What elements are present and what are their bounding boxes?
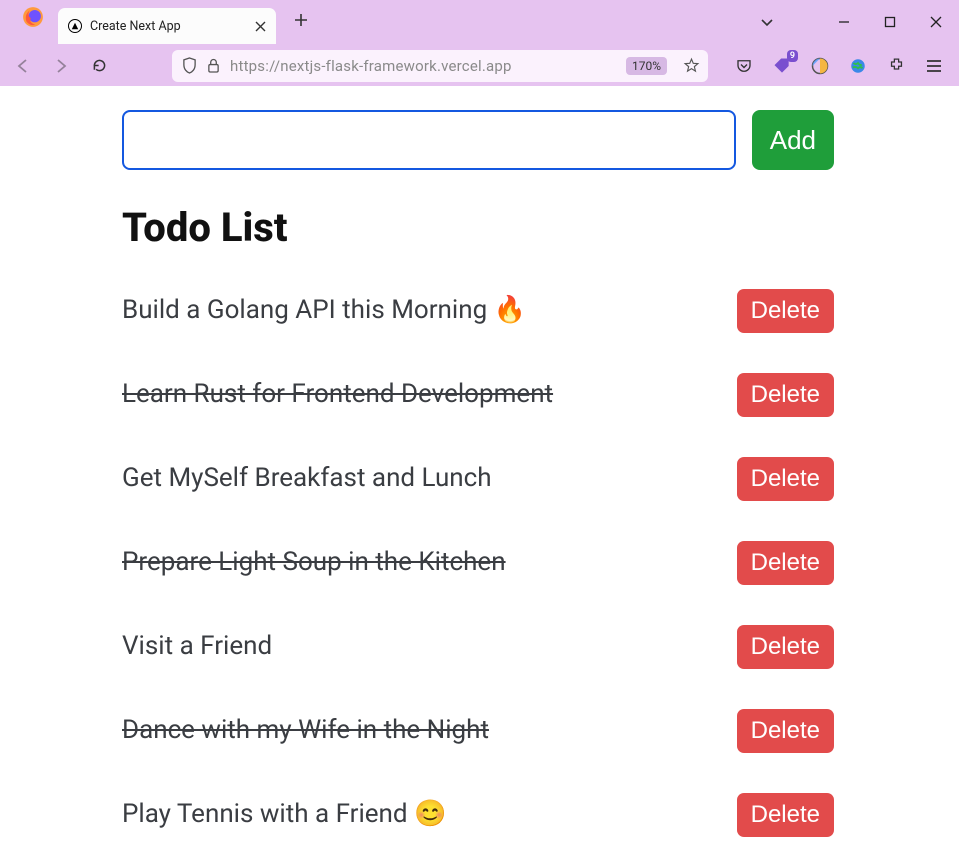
delete-button[interactable]: Delete — [737, 793, 834, 837]
todo-text[interactable]: Get MySelf Breakfast and Lunch — [122, 463, 717, 494]
tabs-dropdown-button[interactable] — [743, 0, 791, 44]
window-maximize-button[interactable] — [867, 0, 913, 44]
todo-item: Get MySelf Breakfast and Lunch Delete — [122, 457, 834, 501]
add-button[interactable]: Add — [752, 110, 834, 170]
add-todo-form: Add — [122, 110, 834, 170]
todo-text[interactable]: Dance with my Wife in the Night — [122, 715, 717, 746]
toolbar-right: 9 — [731, 53, 953, 79]
browser-tab[interactable]: Create Next App — [58, 8, 276, 44]
todo-item: Prepare Light Soup in the Kitchen Delete — [122, 541, 834, 585]
extensions-icon[interactable] — [883, 53, 909, 79]
tab-close-button[interactable] — [252, 18, 268, 34]
todo-text[interactable]: Play Tennis with a Friend 😊 — [122, 799, 717, 830]
app-container: Add Todo List Build a Golang API this Mo… — [122, 110, 834, 837]
todo-text[interactable]: Learn Rust for Frontend Development — [122, 379, 717, 410]
todo-item: Learn Rust for Frontend Development Delet… — [122, 373, 834, 417]
window-close-button[interactable] — [913, 0, 959, 44]
nav-back-button[interactable] — [6, 49, 40, 83]
todo-item: Dance with my Wife in the Night Delete — [122, 709, 834, 753]
delete-button[interactable]: Delete — [737, 541, 834, 585]
lock-icon — [207, 50, 220, 82]
zoom-badge[interactable]: 170% — [626, 57, 667, 75]
pocket-icon[interactable] — [731, 53, 757, 79]
extension-tag-icon[interactable]: 9 — [769, 53, 795, 79]
bookmark-star-icon[interactable] — [683, 50, 700, 82]
todo-item: Build a Golang API this Morning 🔥 Delete — [122, 289, 834, 333]
url-text: https://nextjs-flask-framework.vercel.ap… — [230, 57, 512, 75]
titlebar-left: Create Next App — [0, 0, 316, 44]
titlebar-right — [743, 0, 959, 44]
window-titlebar: Create Next App — [0, 0, 959, 44]
todo-text[interactable]: Visit a Friend — [122, 631, 717, 662]
delete-button[interactable]: Delete — [737, 625, 834, 669]
tab-title: Create Next App — [90, 19, 181, 34]
delete-button[interactable]: Delete — [737, 457, 834, 501]
todo-text[interactable]: Build a Golang API this Morning 🔥 — [122, 295, 717, 326]
notification-badge: 9 — [787, 50, 798, 62]
extension-circle-icon[interactable] — [807, 53, 833, 79]
new-tab-button[interactable] — [286, 5, 316, 35]
url-bar[interactable]: https://nextjs-flask-framework.vercel.ap… — [172, 50, 708, 82]
delete-button[interactable]: Delete — [737, 289, 834, 333]
menu-button[interactable] — [921, 53, 947, 79]
todo-list: Build a Golang API this Morning 🔥DeleteL… — [122, 289, 834, 837]
tab-favicon-icon — [68, 19, 82, 33]
delete-button[interactable]: Delete — [737, 709, 834, 753]
shield-icon — [182, 50, 197, 82]
todo-item: Visit a Friend Delete — [122, 625, 834, 669]
browser-toolbar: https://nextjs-flask-framework.vercel.ap… — [0, 44, 959, 86]
delete-button[interactable]: Delete — [737, 373, 834, 417]
extension-globe-icon[interactable] — [845, 53, 871, 79]
page-title: Todo List — [122, 204, 834, 251]
firefox-icon — [22, 6, 44, 28]
nav-reload-button[interactable] — [82, 49, 116, 83]
todo-item: Play Tennis with a Friend 😊 Delete — [122, 793, 834, 837]
nav-forward-button[interactable] — [44, 49, 78, 83]
window-minimize-button[interactable] — [821, 0, 867, 44]
page-viewport: Add Todo List Build a Golang API this Mo… — [0, 86, 959, 868]
todo-input[interactable] — [122, 110, 736, 170]
todo-text[interactable]: Prepare Light Soup in the Kitchen — [122, 547, 717, 578]
